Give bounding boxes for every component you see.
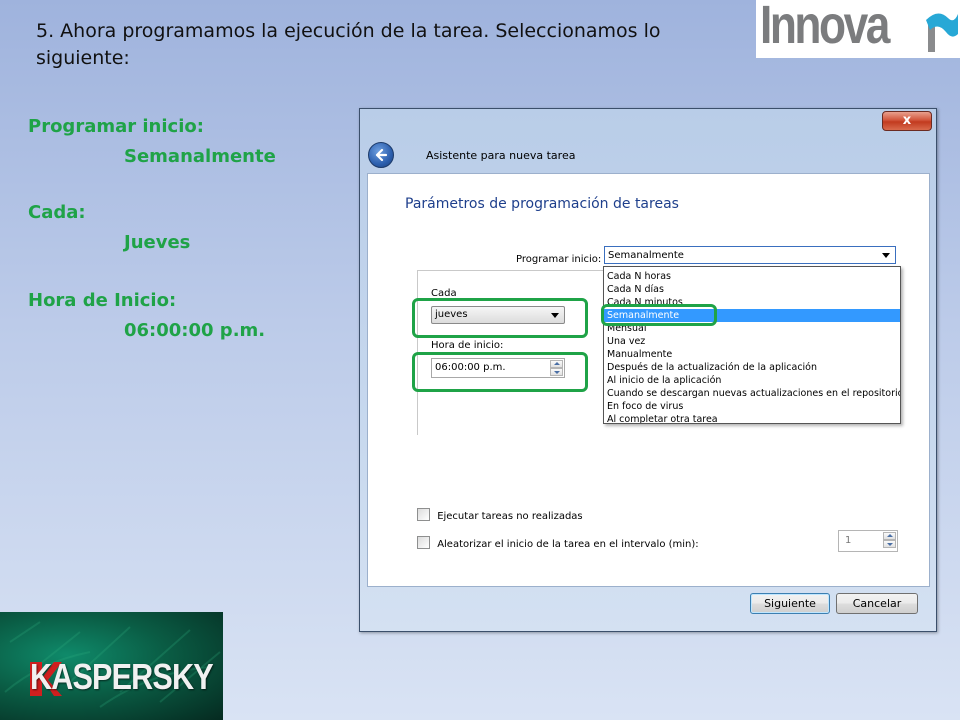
summary-schedule-label: Programar inicio: [28, 116, 204, 137]
arrow-up-icon [887, 534, 893, 537]
interval-spin-up-button[interactable] [883, 532, 896, 540]
schedule-dropdown-list: Cada N horas Cada N días Cada N minutos … [603, 266, 901, 424]
task-wizard-window: x Asistente para nueva tarea Parámetros … [359, 108, 937, 632]
summary-start-label: Hora de Inicio: [28, 290, 177, 311]
innova-logo: Innova [756, 0, 960, 58]
randomize-row[interactable]: Aleatorizar el inicio de la tarea en el … [417, 536, 699, 550]
arrow-down-icon [887, 543, 893, 546]
semanalmente-highlight [601, 304, 717, 326]
weekday-highlight [412, 298, 588, 338]
dropdown-option[interactable]: Cuando se descargan nuevas actualizacion… [604, 387, 900, 400]
run-missed-row[interactable]: Ejecutar tareas no realizadas [417, 508, 583, 522]
run-missed-label: Ejecutar tareas no realizadas [437, 511, 583, 522]
start-time-label: Hora de inicio: [431, 340, 504, 351]
kaspersky-logo-text: KASPERSKY [30, 656, 214, 697]
dropdown-option[interactable]: En foco de virus [604, 400, 900, 413]
summary-start-value: 06:00:00 p.m. [124, 320, 266, 341]
innova-logo-mark-icon [926, 13, 958, 52]
randomize-label: Aleatorizar el inicio de la tarea en el … [437, 539, 699, 550]
cancel-button[interactable]: Cancelar [836, 593, 918, 614]
run-missed-checkbox[interactable] [417, 508, 430, 521]
dropdown-option[interactable]: Una vez [604, 335, 900, 348]
close-button[interactable]: x [882, 111, 932, 131]
schedule-select[interactable]: Semanalmente [604, 246, 896, 264]
summary-schedule-value: Semanalmente [124, 146, 276, 167]
interval-value: 1 [845, 535, 852, 546]
dropdown-option[interactable]: Al inicio de la aplicación [604, 374, 900, 387]
schedule-select-value: Semanalmente [608, 250, 684, 261]
kaspersky-logo: KASPERSKY [0, 612, 223, 720]
dropdown-option[interactable]: Cada N días [604, 283, 900, 296]
start-time-highlight [412, 352, 588, 392]
summary-every-value: Jueves [124, 232, 191, 253]
interval-input[interactable]: 1 [838, 530, 898, 552]
next-button[interactable]: Siguiente [750, 593, 830, 614]
schedule-label: Programar inicio: [516, 254, 602, 265]
wizard-title: Asistente para nueva tarea [426, 149, 576, 162]
dropdown-option[interactable]: Después de la actualización de la aplica… [604, 361, 900, 374]
wizard-content: Parámetros de programación de tareas Pro… [367, 173, 930, 587]
back-button[interactable] [368, 142, 394, 168]
dropdown-option[interactable]: Cada N horas [604, 270, 900, 283]
page-heading: Parámetros de programación de tareas [405, 196, 679, 212]
window-background-blur [366, 113, 876, 143]
interval-spin-down-button[interactable] [883, 540, 896, 548]
summary-every-label: Cada: [28, 202, 86, 223]
innova-logo-text: Innova [760, 0, 890, 55]
chevron-down-icon [882, 253, 890, 258]
dropdown-option[interactable]: Manualmente [604, 348, 900, 361]
randomize-checkbox[interactable] [417, 536, 430, 549]
dropdown-option[interactable]: Al completar otra tarea [604, 413, 900, 423]
back-arrow-icon [375, 148, 388, 162]
slide-title: 5. Ahora programamos la ejecución de la … [36, 20, 661, 69]
